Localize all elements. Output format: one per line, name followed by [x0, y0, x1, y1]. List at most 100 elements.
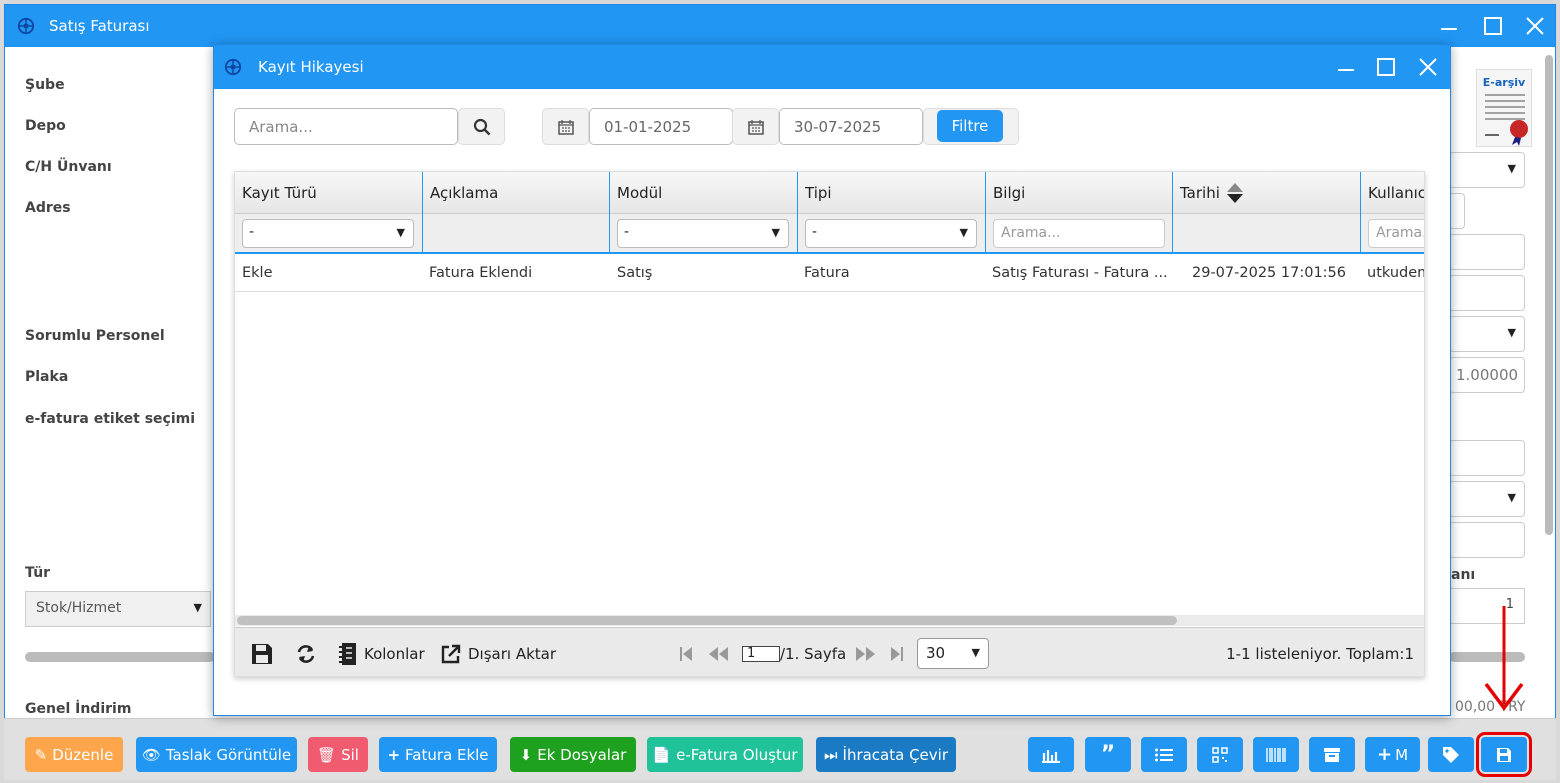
- eye-icon: 👁: [141, 745, 161, 764]
- red-arrow-annotation: [1484, 606, 1524, 711]
- fast-forward-icon: [856, 646, 875, 661]
- right-field-1[interactable]: [1449, 234, 1525, 270]
- prev-page-button[interactable]: [707, 628, 729, 676]
- filter-cell-modul: - ▼: [610, 214, 798, 254]
- close-button[interactable]: [1515, 5, 1555, 47]
- filter-kullanici-input[interactable]: Arama...: [1368, 219, 1424, 248]
- filter-modul-select[interactable]: - ▼: [617, 219, 789, 248]
- right-select-2[interactable]: [1449, 316, 1525, 352]
- col-kullanici[interactable]: Kullanıcı: [1361, 172, 1424, 214]
- duzenle-button[interactable]: ✎ Düzenle: [25, 737, 123, 772]
- filter-cell-kullanici: Arama...: [1361, 214, 1424, 254]
- plus-icon: +: [387, 745, 401, 764]
- grid-horizontal-scrollbar[interactable]: [235, 615, 1424, 626]
- left-scrollbar[interactable]: [25, 652, 215, 662]
- right-field-3[interactable]: [1449, 440, 1525, 476]
- maximize-icon: [1377, 58, 1395, 76]
- save-button[interactable]: [1476, 732, 1532, 777]
- col-aciklama[interactable]: Açıklama: [423, 172, 610, 214]
- grid-header: Kayıt Türü Açıklama Modül Tipi Bilgi Tar…: [235, 172, 1424, 214]
- filter-kayit-turu-select[interactable]: - ▼: [242, 219, 414, 248]
- maximize-button[interactable]: [1473, 5, 1513, 47]
- filter-cell-aciklama: [423, 214, 610, 254]
- date-to-input[interactable]: 30-07-2025: [779, 108, 923, 145]
- col-bilgi[interactable]: Bilgi: [986, 172, 1173, 214]
- right-field-4[interactable]: [1449, 522, 1525, 558]
- tur-select[interactable]: Stok/Hizmet ▼: [25, 591, 211, 627]
- list-icon: [1155, 748, 1173, 761]
- main-window-title: Satış Faturası: [49, 17, 150, 35]
- scrollbar-thumb[interactable]: [237, 616, 1177, 625]
- archive-box-icon: [1324, 747, 1340, 762]
- date-from-input[interactable]: 01-01-2025: [589, 108, 733, 145]
- col-modul[interactable]: Modül: [610, 172, 798, 214]
- earsiv-badge[interactable]: E-arşiv: [1476, 69, 1532, 147]
- tag-button[interactable]: [1428, 737, 1474, 772]
- cell-tarihi: 29-07-2025 17:01:56: [1192, 265, 1346, 281]
- list-button[interactable]: [1141, 737, 1187, 772]
- file-icon: 📄: [652, 745, 672, 764]
- save-layout-button[interactable]: [251, 628, 273, 676]
- search-input[interactable]: Arama...: [234, 108, 458, 145]
- filter-bilgi-input[interactable]: Arama...: [993, 219, 1165, 248]
- cell-bilgi: Satış Faturası - Fatura ...: [992, 265, 1168, 281]
- last-page-button[interactable]: [890, 628, 904, 676]
- page-size-select[interactable]: 30 ▼: [917, 638, 989, 669]
- archive-button[interactable]: [1309, 737, 1355, 772]
- minimize-button[interactable]: [1429, 5, 1469, 47]
- right-select-3[interactable]: [1449, 481, 1525, 517]
- date-to-calendar-button[interactable]: [732, 108, 779, 145]
- search-button[interactable]: [458, 108, 505, 145]
- taslak-goruntule-button[interactable]: 👁 Taslak Görüntüle: [136, 737, 297, 772]
- filter-cell-kayit-turu: - ▼: [235, 214, 423, 254]
- chart-button[interactable]: [1028, 737, 1074, 772]
- dialog-maximize-button[interactable]: [1366, 45, 1406, 89]
- dialog-title: Kayıt Hikayesi: [258, 58, 364, 76]
- cell-kayit-turu: Ekle: [242, 265, 273, 281]
- label-tur: Tür: [25, 565, 51, 581]
- efatura-olustur-button[interactable]: 📄 e-Fatura Oluştur: [647, 737, 803, 772]
- rewind-icon: [709, 646, 728, 661]
- filtre-button[interactable]: Filtre: [937, 110, 1003, 142]
- disari-aktar-button[interactable]: Dışarı Aktar: [441, 628, 556, 676]
- col-tarihi[interactable]: Tarihi: [1173, 172, 1361, 214]
- barcode-button[interactable]: [1253, 737, 1299, 772]
- bottom-toolbar: ✎ Düzenle 👁 Taslak Görüntüle 🗑 Sil + Fatura …: [4, 718, 1556, 780]
- label-genel-indirim: Genel İndirim: [25, 701, 132, 717]
- caret-down-icon: ▼: [396, 226, 405, 239]
- sil-button[interactable]: 🗑 Sil: [308, 737, 368, 772]
- col-tipi[interactable]: Tipi: [798, 172, 986, 214]
- right-field-2[interactable]: [1449, 275, 1525, 311]
- label-efatura-etiket: e-fatura etiket seçimi: [25, 411, 196, 427]
- next-page-button[interactable]: [855, 628, 877, 676]
- cell-aciklama: Fatura Eklendi: [429, 265, 533, 281]
- add-m-button[interactable]: + M: [1365, 737, 1420, 772]
- close-icon: [1526, 17, 1544, 35]
- kur-field[interactable]: 1.00000: [1449, 357, 1525, 393]
- label-sube: Şube: [25, 77, 65, 93]
- app-logo-icon: [17, 17, 35, 35]
- ihracata-cevir-button[interactable]: ⏭ İhracata Çevir: [816, 737, 956, 772]
- table-row[interactable]: Ekle Fatura Eklendi Satış Fatura Satış F…: [235, 254, 1424, 292]
- col-kayit-turu[interactable]: Kayıt Türü: [235, 172, 423, 214]
- label-sorumlu-personel: Sorumlu Personel: [25, 328, 165, 344]
- kolonlar-button[interactable]: Kolonlar: [338, 628, 425, 676]
- qr-button[interactable]: [1197, 737, 1243, 772]
- dialog-minimize-button[interactable]: [1326, 45, 1366, 89]
- quote-button[interactable]: ”: [1085, 737, 1131, 772]
- dialog-close-button[interactable]: [1408, 45, 1448, 89]
- main-vertical-scrollbar[interactable]: [1545, 55, 1553, 535]
- date-from-calendar-button[interactable]: [542, 108, 589, 145]
- close-icon: [1419, 58, 1437, 76]
- maximize-icon: [1484, 17, 1502, 35]
- calendar-icon: [747, 119, 764, 135]
- history-grid: Kayıt Türü Açıklama Modül Tipi Bilgi Tar…: [234, 171, 1425, 677]
- refresh-button[interactable]: [295, 628, 317, 676]
- ek-dosyalar-button[interactable]: ⬇ Ek Dosyalar: [510, 737, 636, 772]
- fatura-ekle-button[interactable]: + Fatura Ekle: [379, 737, 497, 772]
- first-page-button[interactable]: [679, 628, 693, 676]
- right-select-1[interactable]: [1449, 152, 1525, 188]
- page-number-input[interactable]: 1: [742, 645, 780, 662]
- page-indicator: 1 /1. Sayfa: [742, 628, 846, 676]
- filter-tipi-select[interactable]: - ▼: [805, 219, 977, 248]
